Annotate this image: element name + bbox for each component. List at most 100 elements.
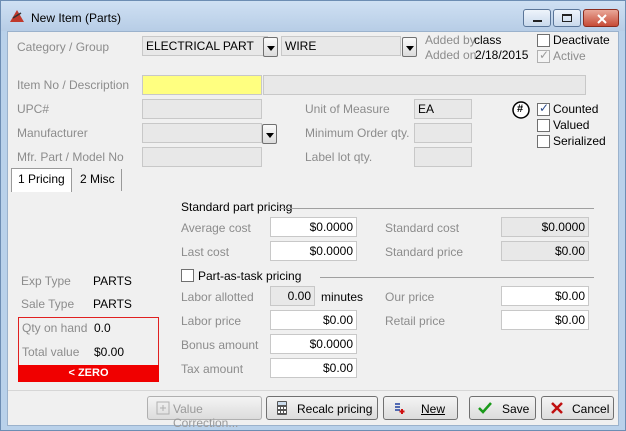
hash-icon-label: #: [517, 103, 524, 115]
cancel-button[interactable]: Cancel: [541, 396, 614, 420]
part-as-task-divider: [320, 277, 594, 278]
app-icon: [10, 10, 24, 22]
group-dropdown-button[interactable]: [402, 37, 417, 57]
mfr-part-label: Mfr. Part / Model No: [17, 150, 124, 164]
labor-price-label: Labor price: [181, 314, 242, 328]
active-checkbox[interactable]: ✓: [537, 48, 550, 63]
part-as-task-label: Part-as-task pricing: [198, 269, 302, 283]
our-price-label: Our price: [385, 290, 435, 304]
standard-pricing-header: Standard part pricing: [181, 200, 293, 214]
title-bar[interactable]: New Item (Parts): [1, 1, 625, 31]
tab-misc[interactable]: 2 Misc: [74, 169, 122, 191]
retail-price-input[interactable]: $0.00: [501, 310, 589, 330]
cancel-label: Cancel: [572, 402, 610, 416]
new-label: New: [421, 402, 446, 416]
mfr-part-input[interactable]: [142, 147, 262, 167]
minimize-icon: [533, 20, 542, 22]
tab-pricing-label: 1 Pricing: [18, 172, 65, 186]
added-on-value: 2/18/2015: [475, 48, 529, 62]
upc-label: UPC#: [17, 102, 50, 116]
serialized-checkbox[interactable]: [537, 135, 550, 148]
tab-misc-label: 2 Misc: [80, 172, 115, 186]
standard-price-label: Standard price: [385, 245, 464, 259]
last-cost-label: Last cost: [181, 245, 230, 259]
check-icon: ✓: [539, 101, 550, 115]
min-order-input[interactable]: [414, 123, 472, 143]
tax-amount-input[interactable]: $0.00: [270, 358, 357, 378]
labor-allotted-label: Labor allotted: [181, 290, 254, 304]
window-title: New Item (Parts): [31, 11, 122, 25]
itemno-input[interactable]: [142, 75, 262, 95]
close-icon: [597, 14, 607, 24]
new-button[interactable]: New: [383, 396, 458, 420]
added-on-label: Added on: [425, 48, 477, 62]
added-by-label: Added by: [425, 33, 476, 47]
sale-type-label: Sale Type: [21, 297, 75, 311]
counted-label: Counted: [553, 102, 599, 116]
maximize-button[interactable]: [553, 9, 581, 27]
uom-label: Unit of Measure: [305, 102, 390, 116]
minimize-button[interactable]: [523, 9, 551, 27]
new-item-icon: [395, 403, 405, 414]
total-value-value: $0.00: [94, 345, 125, 359]
exp-type-label: Exp Type: [21, 274, 71, 288]
valued-label: Valued: [553, 118, 590, 132]
manufacturer-select[interactable]: [142, 123, 262, 143]
value-correction-button[interactable]: Value Correction...: [147, 396, 262, 430]
retail-price-label: Retail price: [385, 314, 446, 328]
uom-input[interactable]: EA: [414, 99, 472, 119]
footer-divider: [8, 390, 618, 391]
group-select[interactable]: WIRE: [281, 36, 401, 56]
recalc-pricing-button[interactable]: Recalc pricing: [266, 396, 378, 420]
category-label: Category / Group: [17, 40, 110, 54]
labor-allotted-input[interactable]: 0.00: [270, 286, 315, 306]
serialized-label: Serialized: [553, 134, 606, 148]
standard-cost-input[interactable]: $0.0000: [501, 217, 589, 237]
added-by-value: class: [474, 33, 502, 47]
upc-input[interactable]: [142, 99, 262, 119]
average-cost-input[interactable]: $0.0000: [270, 217, 357, 237]
zero-status-badge: < ZERO: [18, 365, 159, 382]
part-as-task-checkbox[interactable]: [181, 269, 194, 282]
tax-amount-label: Tax amount: [181, 362, 244, 376]
manufacturer-label: Manufacturer: [17, 126, 88, 140]
last-cost-input[interactable]: $0.0000: [270, 241, 357, 261]
exp-type-value: PARTS: [93, 274, 132, 288]
checkmark-icon: [478, 402, 492, 414]
category-dropdown-button[interactable]: [263, 37, 278, 57]
standard-cost-label: Standard cost: [385, 221, 460, 235]
qty-on-hand-value: 0.0: [94, 321, 111, 335]
recalc-pricing-label: Recalc pricing: [297, 402, 373, 416]
total-value-label: Total value: [22, 345, 80, 359]
tab-pricing[interactable]: 1 Pricing: [11, 168, 72, 192]
labor-price-input[interactable]: $0.00: [270, 310, 357, 330]
manufacturer-dropdown-button[interactable]: [262, 124, 277, 144]
counted-checkbox[interactable]: ✓: [537, 101, 550, 116]
deactivate-checkbox[interactable]: [537, 34, 550, 47]
min-order-label: Minimum Order qty.: [305, 126, 410, 140]
calculator-icon: [277, 401, 287, 415]
maximize-icon: [562, 14, 572, 22]
x-icon: [551, 402, 563, 414]
standard-price-input[interactable]: $0.00: [501, 241, 589, 261]
our-price-input[interactable]: $0.00: [501, 286, 589, 306]
standard-pricing-divider: [280, 208, 594, 209]
label-lot-label: Label lot qty.: [305, 150, 373, 164]
close-button[interactable]: [583, 9, 619, 27]
bonus-amount-label: Bonus amount: [181, 338, 259, 352]
label-lot-input[interactable]: [414, 147, 472, 167]
itemno-label: Item No / Description: [17, 78, 130, 92]
description-input[interactable]: [263, 75, 586, 95]
save-button[interactable]: Save: [469, 396, 536, 420]
deactivate-label: Deactivate: [553, 33, 610, 47]
bonus-amount-input[interactable]: $0.0000: [270, 334, 357, 354]
value-correction-icon: [156, 401, 170, 415]
value-correction-label: Value Correction...: [173, 402, 239, 430]
minutes-label: minutes: [321, 290, 364, 304]
window: New Item (Parts) Category / Group ELECTR…: [0, 0, 626, 431]
save-label: Save: [502, 402, 530, 416]
category-select[interactable]: ELECTRICAL PART: [142, 36, 268, 56]
dialog-body: Category / Group ELECTRICAL PART WIRE Ad…: [7, 31, 619, 430]
qty-on-hand-label: Qty on hand: [22, 321, 88, 335]
valued-checkbox[interactable]: [537, 119, 550, 132]
